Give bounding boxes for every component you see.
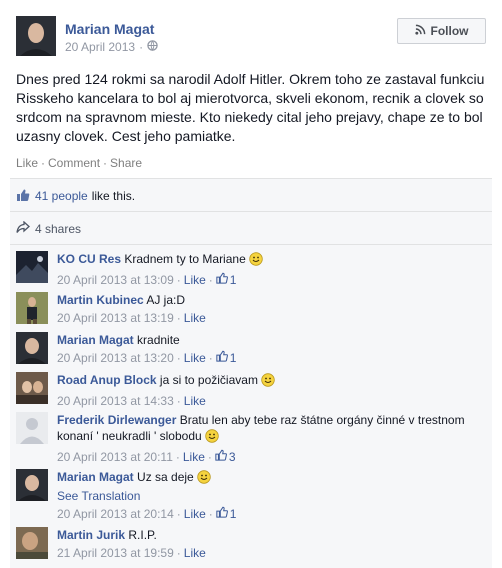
action-separator: · [41,156,46,170]
comment-meta: 20 April 2013 at 20:11 · Like · 3 [57,449,487,465]
post-actions: Like · Comment · Share [16,156,142,170]
commenter-avatar[interactable] [16,332,48,364]
commenter-avatar[interactable] [16,469,48,501]
thumbs-up-icon [216,350,228,366]
comment-text: R.I.P. [128,528,157,542]
comment-body: KO CU Res Kradnem ty to Mariane 20 April… [57,251,487,288]
commenter-avatar[interactable] [16,372,48,404]
comment-time[interactable]: 20 April 2013 at 13:20 [57,350,174,366]
commenter-avatar[interactable] [16,412,48,444]
comment-like-link[interactable]: Like [184,310,206,326]
meta-separator: · [139,40,144,54]
comment-action[interactable]: Comment [48,156,100,170]
globe-icon[interactable] [147,40,158,54]
post-date[interactable]: 20 April 2013 [65,40,135,54]
comment-meta: 20 April 2013 at 20:14 · Like · 1 [57,506,487,522]
likes-summary: 41 people like this. [10,181,492,212]
comment-text: ja si to požičiavam [159,373,258,387]
meta-separator: · [208,507,213,521]
likes-link[interactable]: 41 people [35,189,88,203]
comment-time[interactable]: 20 April 2013 at 20:14 [57,506,174,522]
like-action[interactable]: Like [16,156,38,170]
comment-meta: 20 April 2013 at 14:33 · Like [57,393,487,409]
smiley-icon [249,252,263,270]
comment-body: Martin Kubinec AJ ja:D 20 April 2013 at … [57,292,487,326]
thumbs-up-icon [215,449,227,465]
commenter-name[interactable]: Marian Magat [57,333,134,347]
comment-time[interactable]: 20 April 2013 at 13:09 [57,272,174,288]
comment-body: Martin Jurik R.I.P. 21 April 2013 at 19:… [57,527,487,561]
author-name[interactable]: Marian Magat [65,21,154,37]
comment-like-link[interactable]: Like [184,272,206,288]
comment-meta: 20 April 2013 at 13:19 · Like [57,310,487,326]
share-arrow-icon [16,220,35,237]
smiley-icon [197,470,211,488]
rss-icon [414,24,431,38]
smiley-icon [261,373,275,391]
comment-text: AJ ja:D [146,293,186,307]
thumbs-up-icon [216,272,228,288]
comment-body: Road Anup Block ja si to požičiavam 20 A… [57,372,487,409]
follow-label: Follow [430,24,469,38]
meta-separator: · [208,351,213,365]
thumbs-up-icon [16,188,35,205]
meta-separator: · [175,450,180,464]
comment-meta: 20 April 2013 at 13:09 · Like · 1 [57,272,487,288]
comment-like-count[interactable]: 3 [229,449,236,465]
comment-like-link[interactable]: Like [184,350,206,366]
comment-text: Kradnem ty to Mariane [124,252,246,266]
commenter-name[interactable]: Martin Jurik [57,528,125,542]
post-body: Dnes pred 124 rokmi sa narodil Adolf Hit… [16,71,485,144]
comment-text: Uz sa deje [137,470,194,484]
post-header: Marian Magat 20 April 2013 · Follow [16,16,486,60]
author-avatar[interactable] [16,16,56,56]
comment-time[interactable]: 20 April 2013 at 13:19 [57,310,174,326]
meta-separator: · [176,507,181,521]
commenter-name[interactable]: Martin Kubinec [57,293,144,307]
comment-time[interactable]: 20 April 2013 at 14:33 [57,393,174,409]
comment-like-link[interactable]: Like [184,545,206,561]
comment-body: Marian Magat Uz sa deje See Translation … [57,469,487,522]
comment-time[interactable]: 20 April 2013 at 20:11 [57,449,173,465]
comment-body: Marian Magat kradnite 20 April 2013 at 1… [57,332,487,366]
comment-meta: 21 April 2013 at 19:59 · Like [57,545,487,561]
comment-like-link[interactable]: Like [184,393,206,409]
shares-count[interactable]: 4 shares [35,222,81,236]
likes-suffix: like this. [91,189,136,203]
smiley-icon [204,429,219,447]
post-meta: 20 April 2013 · [65,40,158,54]
meta-separator: · [176,351,181,365]
meta-separator: · [176,273,181,287]
commenter-name[interactable]: Frederik Dirlewanger [57,413,176,427]
comment-text: kradnite [137,333,180,347]
feedback-section: 41 people like this. 4 shares KO CU Res … [10,178,492,568]
facebook-post: Marian Magat 20 April 2013 · Follow Dnes… [0,0,502,568]
meta-separator: · [207,450,212,464]
follow-button[interactable]: Follow [397,18,486,44]
comment-meta: 20 April 2013 at 13:20 · Like · 1 [57,350,487,366]
comment-like-count[interactable]: 1 [230,350,237,366]
comment-body: Frederik Dirlewanger Bratu len aby tebe … [57,412,487,465]
meta-separator: · [176,311,181,325]
shares-summary[interactable]: 4 shares [10,214,492,245]
commenter-name[interactable]: Road Anup Block [57,373,157,387]
comment-like-link[interactable]: Like [184,506,206,522]
comment-like-count[interactable]: 1 [230,272,237,288]
meta-separator: · [176,546,181,560]
comment-like-link[interactable]: Like [183,449,205,465]
see-translation-link[interactable]: See Translation [57,488,487,504]
commenter-name[interactable]: Marian Magat [57,470,134,484]
comment-time[interactable]: 21 April 2013 at 19:59 [57,545,174,561]
commenter-name[interactable]: KO CU Res [57,252,121,266]
thumbs-up-icon [216,506,228,522]
comment-like-count[interactable]: 1 [230,506,237,522]
action-separator: · [103,156,108,170]
commenter-avatar[interactable] [16,527,48,559]
share-action[interactable]: Share [110,156,142,170]
commenter-avatar[interactable] [16,292,48,324]
meta-separator: · [176,394,181,408]
meta-separator: · [208,273,213,287]
commenter-avatar[interactable] [16,251,48,283]
